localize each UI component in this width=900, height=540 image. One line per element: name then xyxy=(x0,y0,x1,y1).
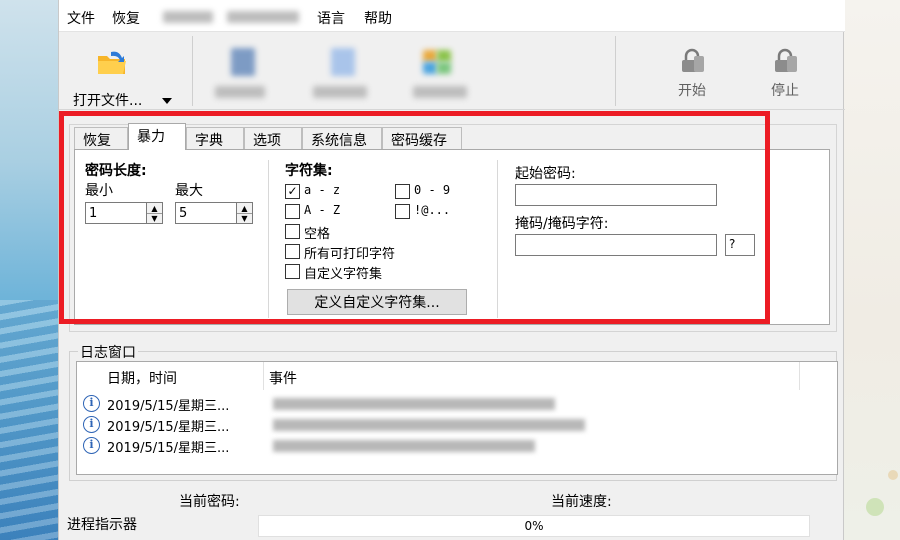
open-file-dropdown-caret[interactable] xyxy=(162,98,172,104)
desktop-wallpaper-left xyxy=(0,0,58,540)
mask-label: 掩码/掩码字符: xyxy=(515,216,609,232)
checkbox-box xyxy=(395,204,410,219)
menu-language[interactable]: 语言 xyxy=(317,8,345,28)
tab-panel: 恢复 暴力 字典 选项 系统信息 密码缓存 密码长度: 最小 最大 ▲ ▼ xyxy=(69,123,837,332)
column-divider xyxy=(263,362,264,390)
charset-digits-label: 0 - 9 xyxy=(414,183,451,197)
min-length-input[interactable] xyxy=(85,202,147,224)
password-length-title: 密码长度: xyxy=(85,163,147,179)
toolbar-separator xyxy=(615,36,616,106)
checkbox-box xyxy=(285,224,300,239)
open-file-button[interactable]: 打开文件... xyxy=(67,42,167,109)
min-length-arrows: ▲ ▼ xyxy=(147,202,163,224)
charset-az-label: a - z xyxy=(304,183,341,197)
mask-input[interactable] xyxy=(515,234,717,256)
menu-recover[interactable]: 恢复 xyxy=(112,8,140,28)
log-row-date: 2019/5/15/星期三... xyxy=(107,441,230,456)
log-row-date: 2019/5/15/星期三... xyxy=(107,420,230,435)
checkbox-box xyxy=(285,204,300,219)
toolbar-button-redacted[interactable] xyxy=(409,46,469,106)
start-password-label: 起始密码: xyxy=(515,166,576,182)
max-length-arrows: ▲ ▼ xyxy=(237,202,253,224)
menu-item-redacted[interactable] xyxy=(227,11,299,23)
stop-lock-icon xyxy=(775,48,797,72)
tab-options[interactable]: 选项 xyxy=(244,127,302,149)
menu-item-redacted[interactable] xyxy=(163,11,213,23)
log-window-title: 日志窗口 xyxy=(78,342,138,362)
define-custom-charset-button[interactable]: 定义自定义字符集... xyxy=(287,289,467,315)
log-row[interactable]: i 2019/5/15/星期三... xyxy=(77,415,817,435)
checkbox-box xyxy=(285,264,300,279)
tab-dictionary[interactable]: 字典 xyxy=(186,127,244,149)
log-row-event-redacted xyxy=(273,440,535,452)
toolbar: 打开文件... 开始 停止 xyxy=(59,32,845,110)
max-length-down-button[interactable]: ▼ xyxy=(237,213,252,224)
current-password-label: 当前密码: xyxy=(179,494,240,510)
charset-printable-label: 所有可打印字符 xyxy=(304,247,396,262)
info-icon: i xyxy=(83,416,100,433)
open-folder-icon xyxy=(98,51,126,74)
charset-space-label: 空格 xyxy=(304,227,331,242)
column-divider xyxy=(799,362,800,390)
info-icon: i xyxy=(83,395,100,412)
max-length-label: 最大 xyxy=(175,183,203,199)
min-length-label: 最小 xyxy=(85,183,113,199)
group-divider xyxy=(268,160,269,318)
checkbox-box xyxy=(395,184,410,199)
toolbar-separator xyxy=(192,36,193,106)
mask-char-input[interactable]: ? xyxy=(725,234,755,256)
toolbar-button-redacted[interactable] xyxy=(309,46,369,106)
open-file-label: 打开文件... xyxy=(73,93,143,109)
log-row-event-redacted xyxy=(273,398,555,410)
charset-AZ-label: A - Z xyxy=(304,203,341,217)
checkbox-checked-icon: ✓ xyxy=(285,184,300,199)
stop-button[interactable]: 停止 xyxy=(755,46,815,106)
start-button[interactable]: 开始 xyxy=(662,46,722,106)
menu-bar: 文件 恢复 语言 帮助 xyxy=(59,0,845,32)
charset-custom-label: 自定义字符集 xyxy=(304,267,383,282)
toolbar-button-redacted[interactable] xyxy=(209,46,269,106)
menu-file[interactable]: 文件 xyxy=(67,8,95,28)
min-length-spinner: ▲ ▼ xyxy=(85,202,165,224)
progress-indicator-label: 进程指示器 xyxy=(67,517,137,533)
column-header-event[interactable]: 事件 xyxy=(269,368,297,388)
tab-system-info[interactable]: 系统信息 xyxy=(302,127,382,149)
start-password-input[interactable] xyxy=(515,184,717,206)
menu-help[interactable]: 帮助 xyxy=(364,8,392,28)
log-list[interactable]: 日期，时间 事件 i 2019/5/15/星期三... i 2019/5/15/… xyxy=(76,361,838,475)
charset-title: 字符集: xyxy=(285,163,333,179)
column-header-date[interactable]: 日期，时间 xyxy=(107,368,177,388)
log-row[interactable]: i 2019/5/15/星期三... xyxy=(77,436,817,456)
desktop-wallpaper-right xyxy=(844,0,900,540)
stop-label: 停止 xyxy=(771,83,799,99)
brute-force-tab-content: 密码长度: 最小 最大 ▲ ▼ ▲ ▼ 字符集: ✓ xyxy=(74,149,830,325)
tab-recover[interactable]: 恢复 xyxy=(74,127,128,149)
charset-symbols-label: !@... xyxy=(414,203,451,217)
min-length-down-button[interactable]: ▼ xyxy=(147,213,162,224)
start-lock-icon xyxy=(682,48,704,72)
log-row[interactable]: i 2019/5/15/星期三... xyxy=(77,394,817,414)
checkbox-box xyxy=(285,244,300,259)
log-row-date: 2019/5/15/星期三... xyxy=(107,399,230,414)
max-length-input[interactable] xyxy=(175,202,237,224)
tab-password-cache[interactable]: 密码缓存 xyxy=(382,127,462,149)
app-window: 文件 恢复 语言 帮助 打开文件... 开始 停止 恢复 暴力 字典 选项 系统… xyxy=(58,0,845,540)
group-divider xyxy=(497,160,498,318)
max-length-spinner: ▲ ▼ xyxy=(175,202,255,224)
progress-percent-text: 0% xyxy=(524,519,544,533)
tab-brute-force[interactable]: 暴力 xyxy=(128,123,186,150)
log-row-event-redacted xyxy=(273,419,585,431)
progress-bar: 0% xyxy=(258,515,810,537)
log-window-group: 日志窗口 日期，时间 事件 i 2019/5/15/星期三... i 2019/… xyxy=(69,342,838,481)
current-speed-label: 当前速度: xyxy=(551,494,612,510)
start-label: 开始 xyxy=(678,83,706,99)
info-icon: i xyxy=(83,437,100,454)
